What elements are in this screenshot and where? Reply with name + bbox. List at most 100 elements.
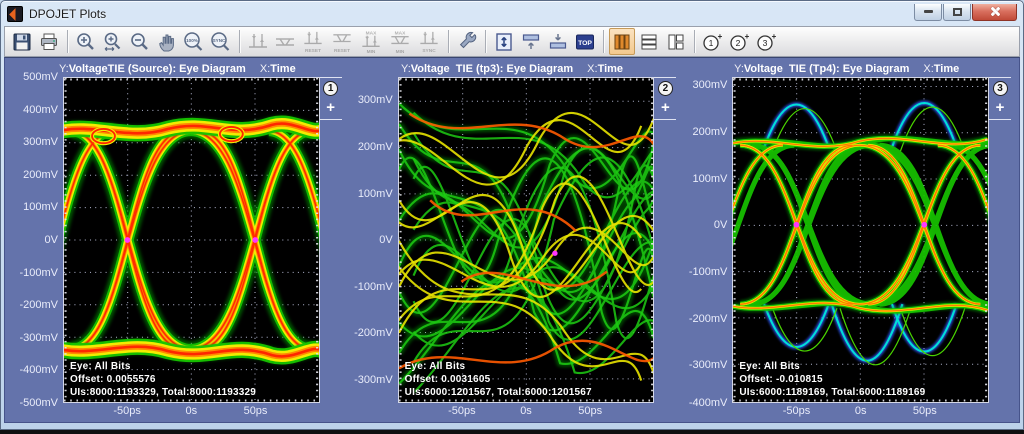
- plot2-title: Y:Voltage TIE (tp3): Eye DiagramX:Time: [348, 62, 677, 77]
- layout-columns-button[interactable]: [609, 28, 635, 55]
- add-plot-1-button[interactable]: 1 +: [700, 28, 726, 55]
- horizontal-cursors-reset-button[interactable]: RESET: [328, 28, 356, 55]
- vertical-cursors-icon: [246, 30, 270, 54]
- plot1-title: Y:VoltageTIE (Source): Eye DiagramX:Time: [13, 62, 342, 77]
- y-tick: -200mV: [354, 327, 393, 339]
- plot3-canvas[interactable]: Eye: All Bits Offset: -0.010815 UIs:6000…: [732, 77, 989, 403]
- y-tick: -500mV: [19, 397, 58, 409]
- svg-text:TOP: TOP: [578, 39, 592, 46]
- plot3-rail: 3 +: [989, 77, 1011, 403]
- dock-top-button[interactable]: [518, 28, 544, 55]
- zoom-out-button[interactable]: [127, 28, 153, 55]
- cursors-sync-button[interactable]: SYNC: [415, 28, 443, 55]
- zoom-sync-button[interactable]: SYNC: [208, 28, 234, 55]
- wrench-icon: [456, 31, 478, 53]
- top-overlay-button[interactable]: TOP: [572, 28, 598, 55]
- x-tick: -50ps: [113, 405, 141, 417]
- vertical-cursors-reset-icon: RESET: [300, 29, 326, 54]
- horizontal-cursors-maxmin-button[interactable]: MAX MIN: [386, 28, 414, 55]
- dock-bottom-button[interactable]: [545, 28, 571, 55]
- plot2-y-axis: 300mV 200mV 100mV 0V -100mV -200mV -300m…: [348, 77, 398, 403]
- y-tick: 300mV: [692, 79, 727, 91]
- horizontal-cursors-button[interactable]: [272, 28, 298, 55]
- x-tick: 50ps: [578, 405, 602, 417]
- toolbar-separator: [67, 30, 68, 53]
- x-tick: 0s: [520, 405, 532, 417]
- dock-bottom-icon: [547, 31, 569, 53]
- plot-panel-2: Y:Voltage TIE (tp3): Eye DiagramX:Time 3…: [348, 62, 677, 420]
- toolbar-separator: [239, 30, 240, 53]
- close-button[interactable]: [972, 4, 1017, 21]
- pan-hand-icon: [156, 31, 178, 53]
- y-tick: 0V: [714, 219, 727, 231]
- plot2-rail: 2 +: [654, 77, 676, 403]
- zoom-in-button[interactable]: [73, 28, 99, 55]
- y-tick: 0V: [379, 234, 392, 246]
- zoom-horizontal-icon: [102, 31, 124, 53]
- plot2-canvas[interactable]: Eye: All Bits Offset: 0.0031605 UIs:6000…: [398, 77, 655, 403]
- plot2-add-button[interactable]: +: [661, 101, 670, 115]
- y-tick: -300mV: [689, 359, 728, 371]
- plot1-number-badge[interactable]: 1: [323, 81, 338, 96]
- zoom-out-icon: [129, 31, 151, 53]
- add-plot-2-icon: 2 +: [728, 31, 752, 53]
- plot1-rail: 1 +: [320, 77, 342, 403]
- plot3-number-badge[interactable]: 3: [993, 81, 1008, 96]
- horizontal-cursors-reset-icon: RESET: [329, 29, 355, 54]
- toolbar: 100% SYNC: [4, 26, 1020, 57]
- vertical-cursors-maxmin-icon: MAX MIN: [358, 29, 384, 54]
- zoom-horizontal-button[interactable]: [100, 28, 126, 55]
- rail-divider: [654, 119, 676, 120]
- plot3-title: Y:Voltage TIE (Tp4): Eye DiagramX:Time: [682, 62, 1011, 77]
- plot1-add-button[interactable]: +: [326, 101, 335, 115]
- layout-grid-button[interactable]: [663, 28, 689, 55]
- add-plot-2-button[interactable]: 2 +: [727, 28, 753, 55]
- add-plot-3-button[interactable]: 3 +: [754, 28, 780, 55]
- plot-panel-1: Y:VoltageTIE (Source): Eye DiagramX:Time…: [13, 62, 342, 420]
- horizontal-cursors-icon: [273, 30, 297, 54]
- plot1-eye-diagram: [64, 78, 319, 402]
- x-tick: -50ps: [448, 405, 476, 417]
- window-title: DPOJET Plots: [29, 7, 908, 21]
- plot1-canvas[interactable]: Eye: All Bits Offset: 0.0055576 UIs:8000…: [63, 77, 320, 403]
- maximize-button[interactable]: [943, 4, 971, 21]
- fit-vertical-button[interactable]: [491, 28, 517, 55]
- vertical-cursors-reset-button[interactable]: RESET: [299, 28, 327, 55]
- svg-text:MIN: MIN: [367, 49, 376, 54]
- settings-wrench-button[interactable]: [454, 28, 480, 55]
- plot2-x-axis: -50ps 0s 50ps: [398, 403, 655, 420]
- cursors-sync-icon: SYNC: [416, 29, 442, 54]
- add-plot-3-icon: 3 +: [755, 31, 779, 53]
- pan-button[interactable]: [154, 28, 180, 55]
- plot3-x-axis: -50ps 0s 50ps: [732, 403, 989, 420]
- y-tick: 500mV: [23, 71, 58, 83]
- plot2-number-badge[interactable]: 2: [658, 81, 673, 96]
- layout-columns-icon: [611, 31, 633, 53]
- vertical-cursors-maxmin-button[interactable]: MAX MIN: [357, 28, 385, 55]
- title-bar[interactable]: DPOJET Plots: [1, 1, 1023, 26]
- y-tick: -400mV: [689, 397, 728, 409]
- vertical-cursors-button[interactable]: [245, 28, 271, 55]
- plot3-add-button[interactable]: +: [996, 101, 1005, 115]
- zoom-100-button[interactable]: 100%: [181, 28, 207, 55]
- x-tick: -50ps: [783, 405, 811, 417]
- svg-text:+: +: [745, 32, 750, 41]
- minimize-button[interactable]: [914, 4, 942, 21]
- dock-top-icon: [520, 31, 542, 53]
- svg-text:100%: 100%: [186, 38, 198, 43]
- y-tick: 100mV: [358, 188, 393, 200]
- x-tick: 0s: [186, 405, 198, 417]
- print-button[interactable]: [36, 28, 62, 55]
- dpojet-plots-window: DPOJET Plots: [0, 0, 1024, 430]
- minimize-icon: [924, 10, 933, 13]
- y-tick: -400mV: [19, 364, 58, 376]
- screen-bottom-edge: [0, 430, 1024, 434]
- save-button[interactable]: [9, 28, 35, 55]
- svg-text:MAX: MAX: [366, 30, 377, 36]
- horizontal-cursors-maxmin-icon: MAX MIN: [387, 29, 413, 54]
- y-tick: -300mV: [19, 332, 58, 344]
- plot3-stats: Eye: All Bits Offset: -0.010815 UIs:6000…: [739, 360, 925, 399]
- y-tick: -300mV: [354, 374, 393, 386]
- add-plot-1-icon: 1 +: [701, 31, 725, 53]
- layout-rows-button[interactable]: [636, 28, 662, 55]
